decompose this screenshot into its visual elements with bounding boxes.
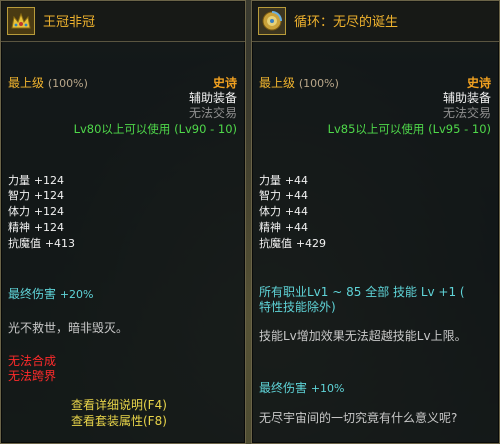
level-requirement: Lv80以上可以使用 (Lv90 - 10) [73, 122, 237, 136]
stat-label: 力量 [259, 174, 281, 187]
tooltip-header: 循环：无尽的诞生 [252, 1, 499, 42]
restriction-no-cross-server: 无法跨界 [8, 369, 57, 383]
item-name: 王冠非冠 [43, 15, 96, 30]
stat-value: +124 [33, 221, 65, 234]
tooltip-header: 王冠非冠 [1, 1, 245, 42]
stat-value: +124 [33, 189, 65, 202]
stat-value: +124 [33, 205, 65, 218]
grade-percent: (100%) [47, 77, 88, 90]
stat-value: +44 [284, 221, 309, 234]
stat-strength: 力量 +44 [259, 172, 308, 188]
skill-bonus-line2: 特性技能除外) [259, 300, 336, 314]
item-tooltip-crown: 王冠非冠 最上级 (100%) 史诗 辅助装备 无法交易 Lv80以上可以使用 … [0, 0, 246, 444]
stat-magic-resist: 抗魔值 +429 [259, 235, 326, 251]
stat-value: +124 [33, 174, 65, 187]
final-damage-value: +20% [59, 288, 94, 301]
stat-label: 力量 [8, 174, 30, 187]
grade-percent: (100%) [298, 77, 339, 90]
stat-label: 抗魔值 [259, 237, 292, 250]
stat-spirit: 精神 +124 [8, 219, 64, 235]
stat-spirit: 精神 +44 [259, 219, 308, 235]
stat-label: 体力 [8, 205, 30, 218]
stat-label: 精神 [259, 221, 281, 234]
item-grade: 最上级 (100%) [259, 74, 339, 91]
flavor-text: 光不救世，暗非毁灭。 [8, 321, 129, 335]
stat-intelligence: 智力 +124 [8, 187, 64, 203]
stat-value: +44 [284, 174, 309, 187]
grade-label: 最上级 [259, 76, 296, 90]
stat-intelligence: 智力 +44 [259, 187, 308, 203]
view-details-link[interactable]: 查看详细说明(F4) [71, 396, 167, 413]
stat-value: +44 [284, 205, 309, 218]
trade-status: 无法交易 [442, 106, 491, 120]
final-damage-label: 最终伤害 [259, 381, 308, 395]
final-damage: 最终伤害 +20% [8, 285, 94, 302]
view-set-attributes-link[interactable]: 查看套装属性(F8) [71, 412, 167, 429]
stat-value: +413 [44, 237, 76, 250]
final-damage: 最终伤害 +10% [259, 379, 345, 396]
stat-strength: 力量 +124 [8, 172, 64, 188]
final-damage-value: +10% [310, 382, 345, 395]
item-name: 循环：无尽的诞生 [294, 15, 399, 30]
stat-label: 智力 [8, 189, 30, 202]
flavor-text: 无尽宇宙间的一切究竟有什么意义呢? [259, 411, 458, 425]
final-damage-label: 最终伤害 [8, 287, 57, 301]
crown-item-icon [7, 7, 35, 35]
stat-label: 体力 [259, 205, 281, 218]
stat-value: +429 [295, 237, 327, 250]
grade-label: 最上级 [8, 76, 45, 90]
skill-cap-note: 技能Lv增加效果无法超越技能Lv上限。 [259, 329, 467, 343]
level-requirement: Lv85以上可以使用 (Lv95 - 10) [327, 122, 491, 136]
stat-label: 智力 [259, 189, 281, 202]
trade-status: 无法交易 [188, 106, 237, 120]
stat-label: 抗魔值 [8, 237, 41, 250]
stat-vitality: 体力 +124 [8, 203, 64, 219]
item-tooltip-cycle: 循环：无尽的诞生 最上级 (100%) 史诗 辅助装备 无法交易 Lv85以上可… [251, 0, 500, 444]
stat-vitality: 体力 +44 [259, 203, 308, 219]
stat-value: +44 [284, 189, 309, 202]
stat-magic-resist: 抗魔值 +413 [8, 235, 75, 251]
item-grade: 最上级 (100%) [8, 74, 88, 91]
orb-item-icon [258, 7, 286, 35]
stat-label: 精神 [8, 221, 30, 234]
